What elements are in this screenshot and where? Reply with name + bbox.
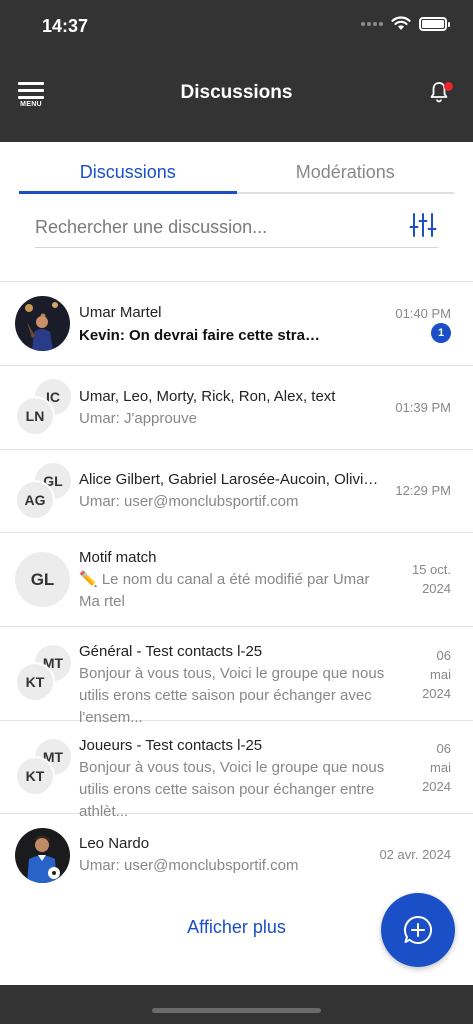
filter-button[interactable] bbox=[408, 210, 438, 245]
conversation-list: Umar Martel Kevin: On devrai faire cette… bbox=[0, 281, 473, 898]
conversation-row[interactable]: MT KT Général - Test contacts l-25 Bonjo… bbox=[0, 627, 473, 726]
conversation-name: Leo Nardo bbox=[79, 835, 150, 852]
conversation-time: 06 mai 2024 bbox=[422, 739, 451, 796]
conversation-row[interactable]: Leo Nardo Umar: user@monclubsportif.com … bbox=[0, 814, 473, 898]
avatar bbox=[15, 828, 70, 883]
home-indicator[interactable] bbox=[152, 1008, 321, 1013]
conversation-name: Alice Gilbert, Gabriel Larosée-Aucoin, O… bbox=[79, 471, 379, 488]
time-line: 2024 bbox=[422, 581, 451, 596]
conversation-row[interactable]: IC LN Umar, Leo, Morty, Rick, Ron, Alex,… bbox=[0, 366, 473, 450]
battery-icon bbox=[419, 16, 450, 31]
conversation-row[interactable]: MT KT Joueurs - Test contacts l-25 Bonjo… bbox=[0, 721, 473, 820]
bottom-bar bbox=[0, 985, 473, 1024]
conversation-last-message: Umar: J'approuve bbox=[79, 410, 197, 427]
top-bar: 14:37 MENU Discussions bbox=[0, 0, 473, 142]
status-icons bbox=[361, 16, 450, 31]
time-line: mai bbox=[430, 667, 451, 682]
group-avatar-front: KT bbox=[15, 662, 55, 702]
conversation-time: 01:39 PM bbox=[395, 400, 451, 415]
conversation-last-message: Bonjour à vous tous, Voici le groupe que… bbox=[79, 665, 385, 726]
search-bar bbox=[35, 208, 438, 248]
new-discussion-button[interactable] bbox=[381, 893, 455, 967]
conversation-time: 12:29 PM bbox=[395, 483, 451, 498]
page-title: Discussions bbox=[180, 82, 293, 103]
conversation-last-message: ✏️ Le nom du canal a été modifié par Uma… bbox=[79, 571, 370, 610]
conversation-name: Umar Martel bbox=[79, 304, 162, 321]
status-time: 14:37 bbox=[42, 16, 89, 36]
notification-dot bbox=[444, 82, 453, 91]
conversation-row[interactable]: GL AG Alice Gilbert, Gabriel Larosée-Auc… bbox=[0, 450, 473, 533]
tab-discussions[interactable]: Discussions bbox=[19, 160, 237, 194]
group-avatar-front: KT bbox=[15, 756, 55, 796]
time-line: 06 bbox=[436, 648, 451, 663]
conversation-time: 06 mai 2024 bbox=[422, 646, 451, 703]
conversation-row[interactable]: GL Motif match ✏️ Le nom du canal a été … bbox=[0, 533, 473, 627]
conversation-name: Motif match bbox=[79, 549, 157, 566]
search-input[interactable] bbox=[35, 217, 375, 238]
group-avatar-front: AG bbox=[15, 480, 55, 520]
time-line: 06 bbox=[436, 741, 451, 756]
conversation-name: Umar, Leo, Morty, Rick, Ron, Alex, text bbox=[79, 388, 336, 405]
avatar-initials: GL bbox=[15, 552, 70, 607]
conversation-name: Joueurs - Test contacts l-25 bbox=[79, 737, 263, 754]
wifi-icon bbox=[391, 16, 411, 30]
time-line: 2024 bbox=[422, 779, 451, 794]
notifications-button[interactable] bbox=[427, 80, 453, 106]
time-line: 15 oct. bbox=[411, 562, 451, 577]
time-line: mai bbox=[430, 760, 451, 775]
conversation-last-message: Umar: user@monclubsportif.com bbox=[79, 857, 299, 874]
unread-badge: 1 bbox=[431, 323, 451, 343]
conversation-last-message: Umar: user@monclubsportif.com bbox=[79, 493, 299, 510]
signal-icon bbox=[361, 21, 383, 26]
group-avatar-front: LN bbox=[15, 396, 55, 436]
new-chat-icon bbox=[403, 915, 433, 944]
conversation-time: 02 avr. 2024 bbox=[379, 847, 451, 862]
time-line: 2024 bbox=[422, 686, 451, 701]
conversation-time: 01:40 PM bbox=[395, 306, 451, 321]
conversation-row[interactable]: Umar Martel Kevin: On devrai faire cette… bbox=[0, 282, 473, 366]
avatar bbox=[15, 296, 70, 351]
conversation-last-message: Kevin: On devrai faire cette stratégi... bbox=[79, 327, 324, 344]
filter-sliders-icon bbox=[409, 213, 437, 237]
tab-bar: Discussions Modérations bbox=[19, 160, 454, 194]
tab-moderations[interactable]: Modérations bbox=[237, 160, 455, 192]
conversation-time: 15 oct. 2024 bbox=[412, 560, 451, 598]
conversation-name: Général - Test contacts l-25 bbox=[79, 643, 263, 660]
